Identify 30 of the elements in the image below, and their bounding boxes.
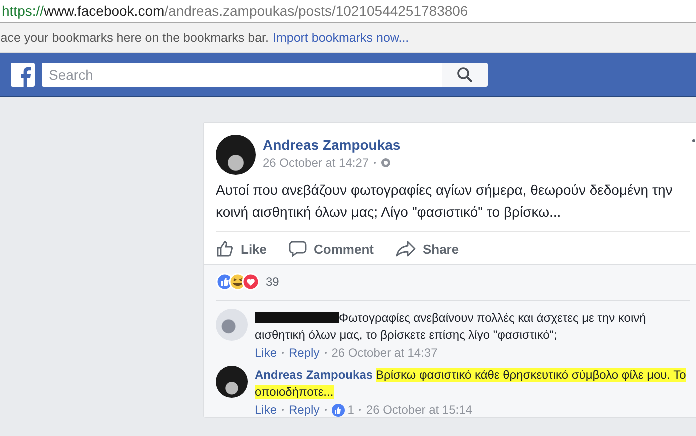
import-bookmarks-link[interactable]: Import bookmarks now... — [272, 30, 410, 44]
comment-button[interactable]: Comment — [289, 238, 374, 260]
comment-text: Φωτογραφίες ανεβαίνουν πολλές και άσχετες με την κοινή αισθητική όλων μας, το βρίσκετε επίσης λίγο "φασιστικό"; — [255, 310, 648, 344]
comment-action-link[interactable]: Like — [255, 403, 278, 417]
globe-icon — [381, 158, 392, 168]
comment-text: Andreas Zampoukas Βρίσκω φασιστικό κάθε θρησκευτικό σύμβολο φίλε μου. Το οποιοδήποτε... — [255, 367, 688, 401]
comment-like-count[interactable]: 1 — [332, 403, 354, 417]
comment-time[interactable]: 26 October at 15:14 — [366, 403, 472, 417]
reaction-count[interactable]: 39 — [266, 275, 280, 289]
share-button[interactable]: Share — [396, 238, 460, 260]
search-button[interactable] — [442, 62, 488, 86]
logo-icon[interactable] — [11, 62, 35, 86]
reaction-icons[interactable] — [216, 273, 262, 291]
post-text: Αυτοί που ανεβάζουν φωτογραφίες αγίων σήμερα, θεωρούν δεδομένη την κοινή αισθητική όλων μας; Λίγο "φασιστικό" το βρίσκω... — [216, 181, 674, 222]
comment-action-link[interactable]: Reply — [289, 403, 320, 417]
avatar[interactable] — [216, 135, 256, 175]
bookmarks-message: lace your bookmarks here on the bookmarks bar. — [0, 30, 269, 44]
avatar[interactable] — [216, 366, 248, 398]
search-icon — [457, 66, 473, 82]
search-field[interactable]: Search — [42, 62, 442, 86]
comment-author[interactable]: Andreas Zampoukas — [255, 368, 374, 382]
comment-time[interactable]: 26 October at 14:37 — [332, 346, 438, 360]
comment-action-link[interactable]: Reply — [289, 346, 320, 360]
author-name[interactable]: Andreas Zampoukas — [263, 137, 401, 153]
share-arrow-icon — [396, 240, 416, 258]
post-time[interactable]: 26 October at 14:27 — [263, 156, 370, 170]
comment-action-link[interactable]: Like — [255, 346, 278, 360]
speech-bubble-icon — [289, 240, 308, 258]
thumbs-up-icon — [216, 240, 234, 258]
like-button[interactable]: Like — [216, 238, 268, 260]
